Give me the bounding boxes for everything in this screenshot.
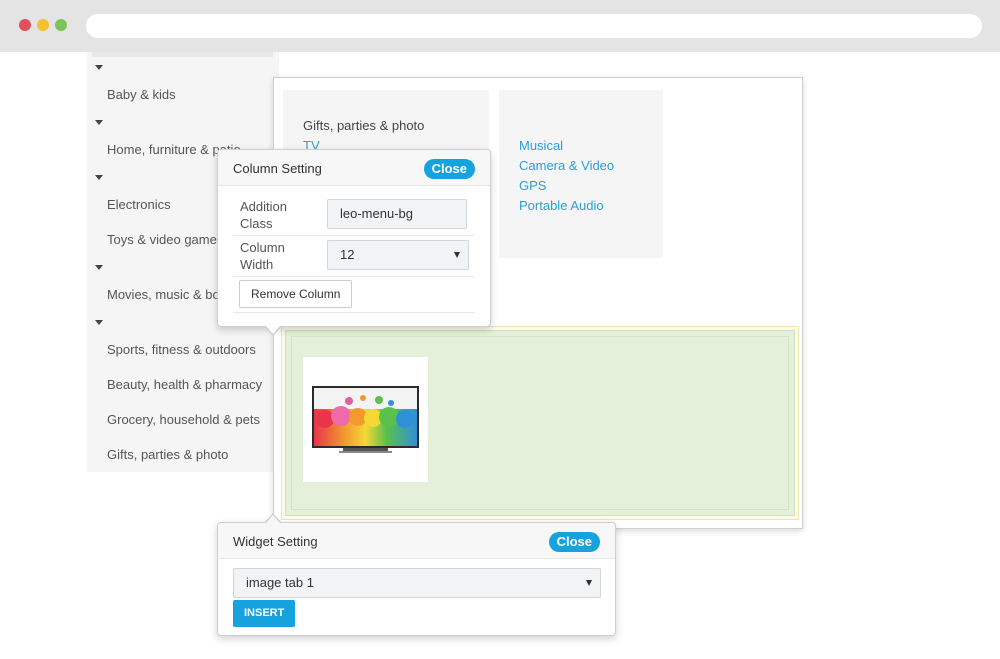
browser-toolbar xyxy=(0,0,1000,52)
addition-class-label: Addition Class xyxy=(240,199,287,231)
close-button[interactable]: Close xyxy=(423,159,475,179)
sidebar-item-gifts[interactable]: Gifts, parties & photo xyxy=(107,447,228,462)
widget-select[interactable]: image tab 1 xyxy=(233,568,601,598)
widget-setting-popover: Widget Setting Close image tab 1 INSERT xyxy=(217,522,616,636)
caret-down-icon[interactable] xyxy=(95,175,103,180)
caret-down-icon[interactable] xyxy=(95,265,103,270)
column-width-select[interactable]: 12 xyxy=(327,240,469,270)
popover-arrow-fill xyxy=(266,326,280,334)
popover-title: Column Setting xyxy=(233,161,322,176)
sidebar-top-bar xyxy=(92,52,273,57)
sidebar-item-toys[interactable]: Toys & video games xyxy=(107,232,223,247)
caret-down-icon[interactable] xyxy=(95,120,103,125)
sidebar-item-electronics[interactable]: Electronics xyxy=(107,197,171,212)
address-bar[interactable] xyxy=(86,14,982,38)
sidebar-item-grocery[interactable]: Grocery, household & pets xyxy=(107,412,260,427)
column-title: Gifts, parties & photo xyxy=(303,118,425,133)
window-maximize-dot[interactable] xyxy=(55,19,67,31)
image-widget[interactable] xyxy=(303,357,428,482)
menu-column-2[interactable] xyxy=(499,90,663,258)
remove-column-button[interactable]: Remove Column xyxy=(239,280,353,308)
caret-down-icon[interactable] xyxy=(95,320,103,325)
caret-down-icon[interactable] xyxy=(95,65,103,70)
menu-link-camera-video[interactable]: Camera & Video xyxy=(519,158,614,173)
sidebar-item-baby-kids[interactable]: Baby & kids xyxy=(107,87,176,102)
tv-image xyxy=(312,386,419,453)
column-width-value: 12 xyxy=(340,247,355,262)
window-close-dot[interactable] xyxy=(19,19,31,31)
menu-link-musical[interactable]: Musical xyxy=(519,138,563,153)
column-setting-popover: Column Setting Close Addition Class leo-… xyxy=(217,149,491,327)
column-width-label: Column Width xyxy=(240,240,285,272)
sidebar-item-sports[interactable]: Sports, fitness & outdoors xyxy=(107,342,256,357)
chevron-down-icon xyxy=(586,580,592,586)
sidebar-item-beauty[interactable]: Beauty, health & pharmacy xyxy=(107,377,262,392)
window-minimize-dot[interactable] xyxy=(37,19,49,31)
insert-button[interactable]: INSERT xyxy=(233,600,296,627)
close-button[interactable]: Close xyxy=(548,532,600,552)
popover-title: Widget Setting xyxy=(233,534,318,549)
addition-class-input[interactable]: leo-menu-bg xyxy=(327,199,467,229)
chevron-down-icon xyxy=(454,252,460,258)
popover-header: Column Setting Close xyxy=(218,150,490,186)
popover-arrow-fill xyxy=(266,515,280,523)
divider xyxy=(233,235,475,236)
popover-header: Widget Setting Close xyxy=(218,523,615,559)
divider xyxy=(233,312,475,313)
menu-link-gps[interactable]: GPS xyxy=(519,178,546,193)
widget-select-value: image tab 1 xyxy=(246,575,314,590)
divider xyxy=(233,276,475,277)
menu-link-portable-audio[interactable]: Portable Audio xyxy=(519,198,604,213)
